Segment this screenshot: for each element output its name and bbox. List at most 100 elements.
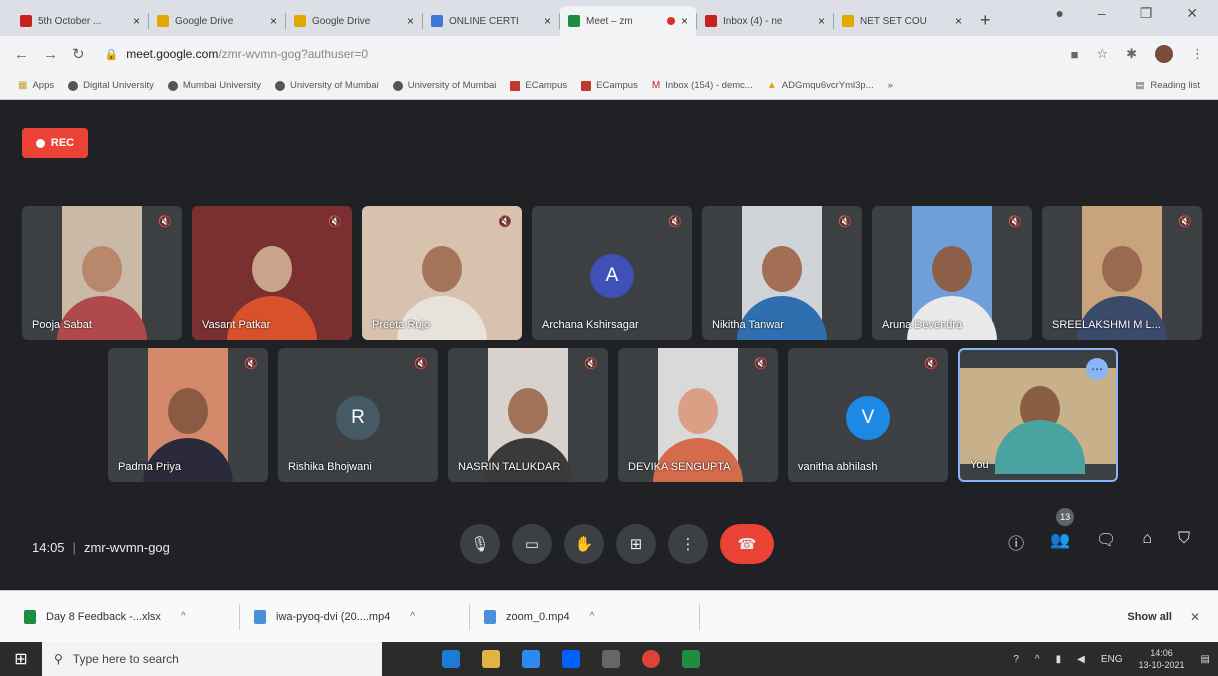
ecampus-icon bbox=[581, 80, 592, 91]
chevron-up-icon[interactable]: ^ bbox=[590, 611, 595, 622]
participant-tile[interactable]: Preeta Rujo 🔇 bbox=[362, 206, 522, 340]
microphone-button[interactable]: 🎙 bbox=[460, 524, 500, 564]
taskbar-apps bbox=[442, 650, 700, 668]
participant-tile[interactable]: You ⋯ bbox=[958, 348, 1118, 482]
bookmark-item[interactable]: ▲ ADGmqu6vcrYml3p... bbox=[767, 80, 874, 91]
back-icon[interactable]: ← bbox=[14, 46, 29, 63]
close-tab-icon[interactable]: × bbox=[270, 14, 277, 28]
raise-hand-button[interactable]: ✋ bbox=[564, 524, 604, 564]
participant-tile[interactable]: Vvanitha abhilash 🔇 bbox=[788, 348, 948, 482]
info-icon[interactable]: ⓘ bbox=[1008, 530, 1024, 554]
profile-circle-icon[interactable]: ● bbox=[1055, 5, 1063, 22]
bookmark-item[interactable]: M Inbox (154) - demc... bbox=[652, 80, 753, 91]
participant-tile[interactable]: R Rishika Bhojwani 🔇 bbox=[278, 348, 438, 482]
url-field[interactable]: 🔒 meet.google.com/zmr-wvmn-gog?authuser=… bbox=[99, 41, 1057, 67]
close-tab-icon[interactable]: × bbox=[407, 14, 414, 28]
minimize-icon[interactable]: – bbox=[1098, 5, 1106, 22]
participant-tile[interactable]: Pooja Sabat 🔇 bbox=[22, 206, 182, 340]
bookmark-item[interactable]: ECampus bbox=[581, 80, 638, 91]
close-tab-icon[interactable]: × bbox=[133, 14, 140, 28]
camera-button[interactable]: ▭ bbox=[512, 524, 552, 564]
file-icon bbox=[24, 609, 36, 624]
close-window-icon[interactable]: ✕ bbox=[1186, 5, 1198, 22]
close-downloads-icon[interactable]: ✕ bbox=[1190, 610, 1200, 624]
chevron-up-icon[interactable]: ^ bbox=[181, 611, 186, 622]
restore-icon[interactable]: ❐ bbox=[1140, 5, 1153, 22]
start-button[interactable]: ⊞ bbox=[0, 642, 42, 676]
bookmark-star-icon[interactable]: ☆ bbox=[1096, 46, 1108, 62]
people-button[interactable]: 13 👥 bbox=[1050, 508, 1075, 554]
reading-list-button[interactable]: ▤ Reading list bbox=[1135, 80, 1200, 91]
mail-icon[interactable] bbox=[522, 650, 540, 668]
host-controls-icon[interactable]: ⛉ bbox=[1178, 530, 1190, 554]
menu-icon[interactable]: ⋮ bbox=[1191, 46, 1204, 62]
camera-indicator-icon[interactable]: ■ bbox=[1071, 47, 1079, 62]
app-icon[interactable] bbox=[602, 650, 620, 668]
show-all-button[interactable]: Show all bbox=[1127, 611, 1172, 623]
bookmark-item[interactable]: ECampus bbox=[510, 80, 567, 91]
reload-icon[interactable]: ↻ bbox=[72, 45, 85, 63]
participant-tile[interactable]: Nikitha Tanwar 🔇 bbox=[702, 206, 862, 340]
edge-icon[interactable] bbox=[442, 650, 460, 668]
present-button[interactable]: ⊞ bbox=[616, 524, 656, 564]
browser-tab[interactable]: ONLINE CERTI × bbox=[423, 6, 559, 36]
meet-stage: REC Pooja Sabat 🔇 Vasant Patkar 🔇 Preeta Ruj… bbox=[0, 100, 1218, 590]
browser-tab[interactable]: NET SET COU × bbox=[834, 6, 970, 36]
leave-call-button[interactable]: ☎ bbox=[720, 524, 774, 564]
chevron-up-icon[interactable]: ^ bbox=[410, 611, 415, 622]
bookmark-item[interactable]: University of Mumbai bbox=[275, 80, 379, 91]
more-bookmarks-icon[interactable]: » bbox=[888, 80, 893, 91]
bookmark-item[interactable]: Digital University bbox=[68, 80, 154, 91]
bookmark-item[interactable]: University of Mumbai bbox=[392, 80, 497, 91]
new-tab-button[interactable]: + bbox=[970, 10, 1001, 36]
close-tab-icon[interactable]: × bbox=[681, 14, 688, 28]
muted-mic-icon: 🔇 bbox=[158, 216, 172, 228]
dropbox-icon[interactable] bbox=[562, 650, 580, 668]
browser-tab[interactable]: Google Drive × bbox=[149, 6, 285, 36]
extensions-icon[interactable]: ✱ bbox=[1126, 46, 1137, 62]
bookmark-label: University of Mumbai bbox=[407, 80, 497, 91]
participant-name: vanitha abhilash bbox=[798, 461, 878, 473]
bookmark-label: Mumbai University bbox=[182, 80, 261, 91]
participant-tile[interactable]: NASRIN TALUKDAR 🔇 bbox=[448, 348, 608, 482]
bookmark-item[interactable]: ▦ Apps bbox=[18, 80, 54, 91]
browser-tab[interactable]: Inbox (4) - ne × bbox=[697, 6, 833, 36]
more-options-icon[interactable]: ⋯ bbox=[1086, 358, 1108, 380]
help-icon[interactable]: ? bbox=[1013, 654, 1019, 665]
language-indicator[interactable]: ENG bbox=[1101, 654, 1123, 665]
close-tab-icon[interactable]: × bbox=[544, 14, 551, 28]
profile-avatar[interactable] bbox=[1155, 45, 1173, 63]
close-tab-icon[interactable]: × bbox=[818, 14, 825, 28]
download-item[interactable]: Day 8 Feedback -...xlsx ^ bbox=[24, 609, 239, 624]
participant-tile[interactable]: Vasant Patkar 🔇 bbox=[192, 206, 352, 340]
participant-tile[interactable]: SREELAKSHMI M L... 🔇 bbox=[1042, 206, 1202, 340]
chrome-icon[interactable] bbox=[642, 650, 660, 668]
network-icon[interactable]: ▮ bbox=[1056, 654, 1062, 665]
muted-mic-icon: 🔇 bbox=[668, 216, 682, 228]
clock[interactable]: 14:06 13-10-2021 bbox=[1139, 647, 1185, 671]
participant-name: Archana Kshirsagar bbox=[542, 319, 639, 331]
chevron-up-icon[interactable]: ^ bbox=[1035, 654, 1040, 665]
close-tab-icon[interactable]: × bbox=[955, 14, 962, 28]
notification-icon[interactable]: ▤ bbox=[1201, 654, 1210, 665]
participant-tile[interactable]: Aruna Devendra 🔇 bbox=[872, 206, 1032, 340]
participant-tile[interactable]: Padma Priya 🔇 bbox=[108, 348, 268, 482]
browser-tab[interactable]: Google Drive × bbox=[286, 6, 422, 36]
participant-tile[interactable]: A Archana Kshirsagar 🔇 bbox=[532, 206, 692, 340]
browser-tab[interactable]: 5th October ... × bbox=[12, 6, 148, 36]
more-options-button[interactable]: ⋮ bbox=[668, 524, 708, 564]
file-explorer-icon[interactable] bbox=[482, 650, 500, 668]
download-item[interactable]: zoom_0.mp4 ^ bbox=[484, 609, 699, 624]
url-host: meet.google.com bbox=[126, 47, 219, 61]
excel-icon[interactable] bbox=[682, 650, 700, 668]
browser-tab[interactable]: Meet – zm × bbox=[560, 6, 696, 36]
activities-icon[interactable]: ⌂ bbox=[1142, 530, 1152, 554]
globe-icon bbox=[68, 80, 79, 91]
participant-tile[interactable]: DEVIKA SENGUPTA 🔇 bbox=[618, 348, 778, 482]
volume-icon[interactable]: ◀ bbox=[1077, 654, 1085, 665]
chat-icon[interactable]: 🗨 bbox=[1096, 530, 1116, 554]
bookmark-item[interactable]: Mumbai University bbox=[167, 80, 261, 91]
forward-icon[interactable]: → bbox=[43, 46, 58, 63]
download-item[interactable]: iwa-pyoq-dvi (20....mp4 ^ bbox=[254, 609, 469, 624]
taskbar-search[interactable]: ⚲ Type here to search bbox=[42, 642, 382, 676]
